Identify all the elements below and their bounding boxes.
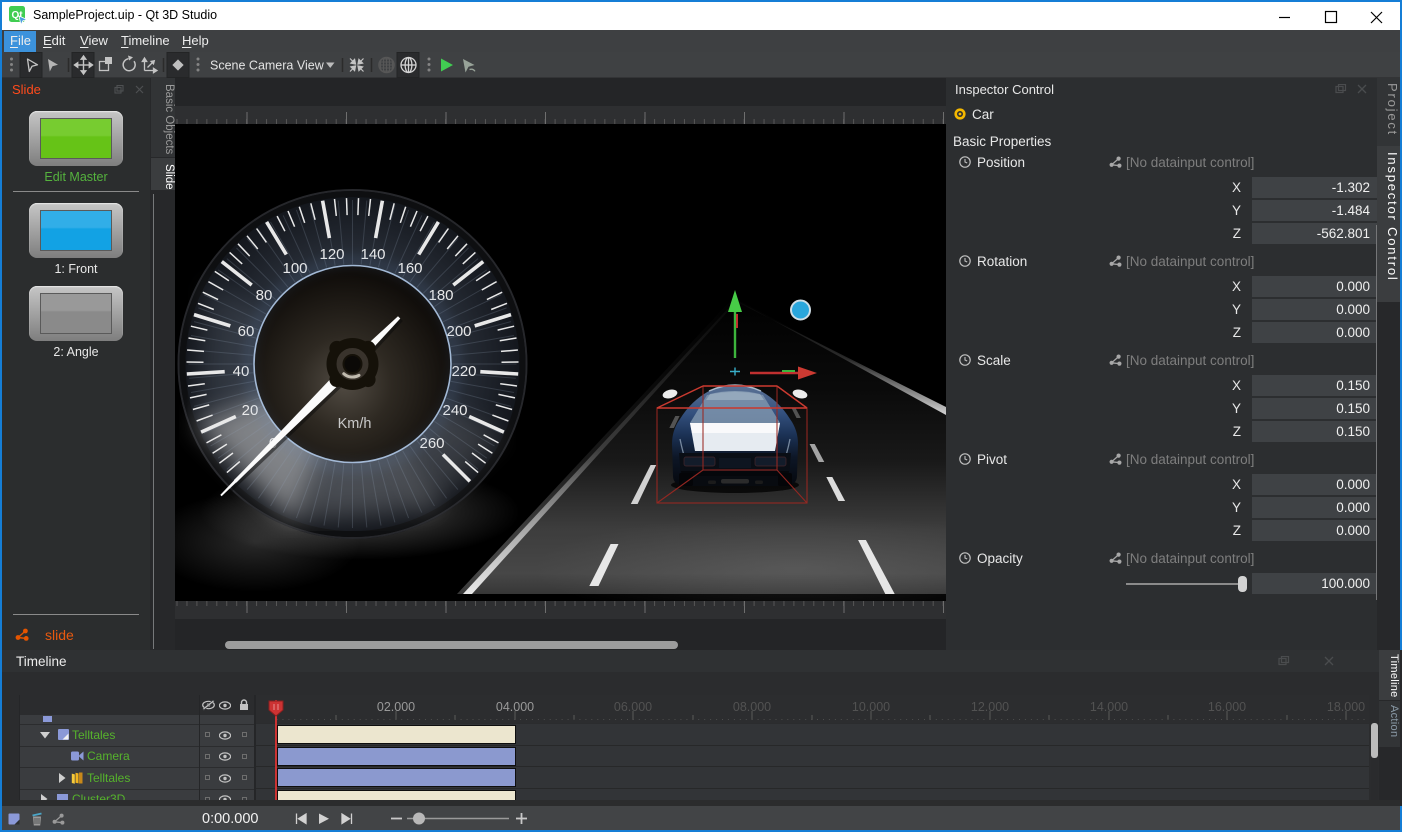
svg-text:16.000: 16.000 (1208, 700, 1246, 714)
svg-text:08.000: 08.000 (733, 700, 771, 714)
svg-text:14.000: 14.000 (1090, 700, 1128, 714)
svg-text:10.000: 10.000 (852, 700, 890, 714)
svg-text:12.000: 12.000 (971, 700, 1009, 714)
svg-text:Scene Camera View: Scene Camera View (210, 59, 325, 73)
svg-text:04.000: 04.000 (496, 700, 534, 714)
svg-text:Km/h: Km/h (338, 416, 372, 432)
svg-text:02.000: 02.000 (377, 700, 415, 714)
svg-text:18.000: 18.000 (1327, 700, 1365, 714)
svg-text:06.000: 06.000 (614, 700, 652, 714)
